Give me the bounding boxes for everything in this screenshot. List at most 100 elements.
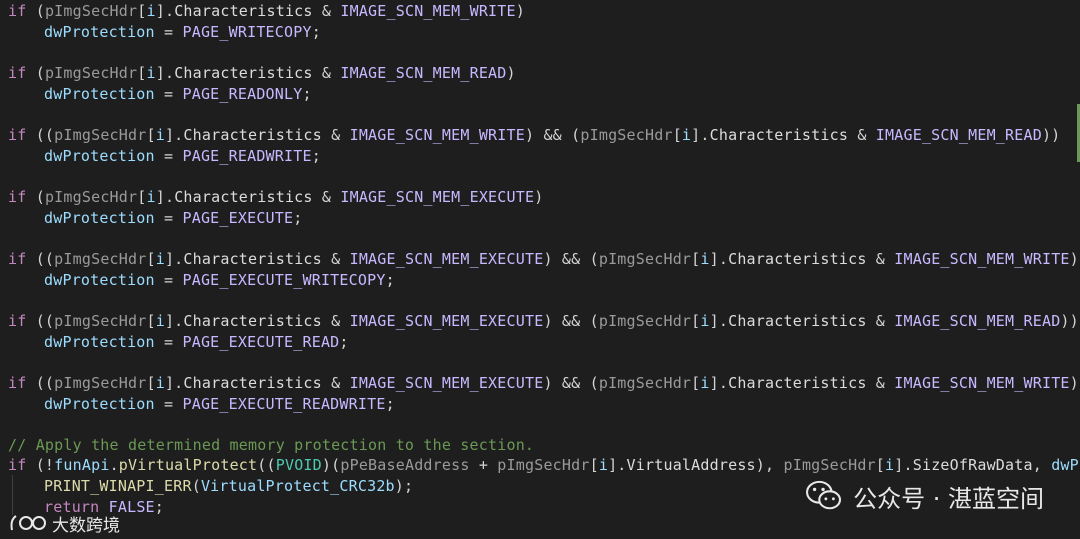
- identifier: pPeBaseAddress: [340, 456, 470, 474]
- code-line[interactable]: dwProtection = PAGE_EXECUTE_WRITECOPY;: [8, 270, 395, 290]
- constant: PAGE_READWRITE: [182, 147, 312, 165]
- code-editor[interactable]: if (pImgSecHdr[i].Characteristics & IMAG…: [0, 0, 1080, 539]
- identifier: pImgSecHdr: [54, 126, 147, 144]
- code-line[interactable]: dwProtection = PAGE_EXECUTE_READ;: [8, 332, 349, 352]
- code-line[interactable]: if (!funApi.pVirtualProtect((PVOID)(pPeB…: [8, 455, 1079, 475]
- identifier: dwProtection: [44, 209, 155, 227]
- code-line[interactable]: // Apply the determined memory protectio…: [8, 435, 534, 455]
- constant: IMAGE_SCN_MEM_EXECUTE: [349, 250, 544, 268]
- wechat-icon: [806, 480, 842, 510]
- identifier: pImgSecHdr: [580, 126, 673, 144]
- identifier: dwProtection: [44, 395, 155, 413]
- function-name: PRINT_WINAPI_ERR: [44, 477, 192, 495]
- member: Characteristics: [174, 2, 313, 20]
- comment: // Apply the determined memory protectio…: [8, 436, 535, 454]
- constant: IMAGE_SCN_MEM_READ: [340, 64, 507, 82]
- identifier: pImgSecHdr: [598, 374, 692, 392]
- identifier: dwProtection: [44, 23, 155, 41]
- member: SizeOfRawData: [912, 456, 1033, 474]
- code-line[interactable]: if ((pImgSecHdr[i].Characteristics & IMA…: [8, 125, 1060, 145]
- brand-logo: 大数跨境: [8, 510, 120, 536]
- identifier: dwProtection: [44, 85, 155, 103]
- member: Characteristics: [183, 250, 322, 268]
- keyword-if: if: [8, 374, 27, 392]
- member: Characteristics: [183, 374, 322, 392]
- keyword-if: if: [8, 312, 27, 330]
- member: Characteristics: [183, 126, 322, 144]
- member: VirtualAddress: [626, 456, 756, 474]
- function-name: pVirtualProtect: [118, 456, 258, 474]
- member: Characteristics: [728, 312, 867, 330]
- member: Characteristics: [183, 312, 322, 330]
- constant: IMAGE_SCN_MEM_WRITE: [894, 374, 1070, 392]
- code-line[interactable]: dwProtection = PAGE_WRITECOPY;: [8, 22, 321, 42]
- index: i: [885, 456, 895, 474]
- code-line[interactable]: if ((pImgSecHdr[i].Characteristics & IMA…: [8, 373, 1079, 393]
- identifier: pImgSecHdr: [598, 250, 692, 268]
- constant: PAGE_EXECUTE_READWRITE: [182, 395, 386, 413]
- index: i: [700, 374, 710, 392]
- index: i: [700, 250, 710, 268]
- code-line[interactable]: if ((pImgSecHdr[i].Characteristics & IMA…: [8, 249, 1079, 269]
- member: Characteristics: [709, 126, 849, 144]
- code-line[interactable]: dwProtection = PAGE_EXECUTE_READWRITE;: [8, 394, 395, 414]
- constant: PAGE_WRITECOPY: [182, 23, 312, 41]
- member: Characteristics: [728, 374, 867, 392]
- brand-logo-text: 大数跨境: [52, 515, 120, 536]
- identifier: dwProtection: [44, 271, 155, 289]
- code-line[interactable]: if (pImgSecHdr[i].Characteristics & IMAG…: [8, 63, 516, 83]
- keyword-if: if: [8, 188, 27, 206]
- constant: IMAGE_SCN_MEM_READ: [894, 312, 1061, 330]
- index: i: [146, 64, 156, 82]
- index: i: [598, 456, 609, 474]
- constant: IMAGE_SCN_MEM_READ: [875, 126, 1042, 144]
- constant: PAGE_EXECUTE_READ: [182, 333, 340, 351]
- identifier: pImgSecHdr: [54, 312, 147, 330]
- identifier: pImgSecHdr: [497, 456, 590, 474]
- member: Characteristics: [728, 250, 867, 268]
- constant: IMAGE_SCN_MEM_WRITE: [340, 2, 516, 20]
- index: i: [155, 250, 165, 268]
- constant: IMAGE_SCN_MEM_WRITE: [894, 250, 1070, 268]
- member: Characteristics: [174, 64, 313, 82]
- identifier: dwProtection: [44, 333, 155, 351]
- code-line[interactable]: if (pImgSecHdr[i].Characteristics & IMAG…: [8, 187, 543, 207]
- identifier: pImgSecHdr: [598, 312, 692, 330]
- index: i: [681, 126, 692, 144]
- index: i: [146, 2, 156, 20]
- brand-mark-icon: [10, 515, 46, 531]
- constant: PAGE_EXECUTE_WRITECOPY: [182, 271, 386, 289]
- identifier: dwP: [1051, 456, 1079, 474]
- constant: IMAGE_SCN_MEM_EXECUTE: [349, 312, 544, 330]
- code-line[interactable]: dwProtection = PAGE_EXECUTE;: [8, 208, 303, 228]
- code-line[interactable]: PRINT_WINAPI_ERR(VirtualProtect_CRC32b);: [8, 476, 413, 496]
- identifier: pImgSecHdr: [44, 64, 138, 82]
- constant: IMAGE_SCN_MEM_EXECUTE: [340, 188, 535, 206]
- index: i: [700, 312, 710, 330]
- index: i: [155, 374, 165, 392]
- watermark: 公众号 · 湛蓝空间: [805, 478, 1044, 514]
- code-line[interactable]: if (pImgSecHdr[i].Characteristics & IMAG…: [8, 1, 525, 21]
- keyword-if: if: [8, 250, 27, 268]
- identifier: pImgSecHdr: [783, 456, 876, 474]
- watermark-text: 公众号 · 湛蓝空间: [853, 484, 1044, 513]
- identifier: pImgSecHdr: [44, 188, 138, 206]
- type-name: PVOID: [275, 456, 322, 474]
- constant: PAGE_READONLY: [182, 85, 303, 103]
- index: i: [155, 126, 165, 144]
- indent-guide: [12, 475, 13, 515]
- code-line[interactable]: dwProtection = PAGE_READONLY;: [8, 84, 312, 104]
- constant: PAGE_EXECUTE: [182, 209, 294, 227]
- member: Characteristics: [174, 188, 313, 206]
- keyword-if: if: [8, 64, 27, 82]
- identifier: VirtualProtect_CRC32b: [200, 477, 395, 495]
- index: i: [146, 188, 156, 206]
- keyword-if: if: [8, 456, 27, 474]
- keyword-if: if: [8, 126, 27, 144]
- constant: IMAGE_SCN_MEM_EXECUTE: [349, 374, 544, 392]
- identifier: dwProtection: [44, 147, 155, 165]
- code-line[interactable]: if ((pImgSecHdr[i].Characteristics & IMA…: [8, 311, 1079, 331]
- identifier: pImgSecHdr: [44, 2, 138, 20]
- code-line[interactable]: dwProtection = PAGE_READWRITE;: [8, 146, 321, 166]
- identifier: pImgSecHdr: [54, 250, 147, 268]
